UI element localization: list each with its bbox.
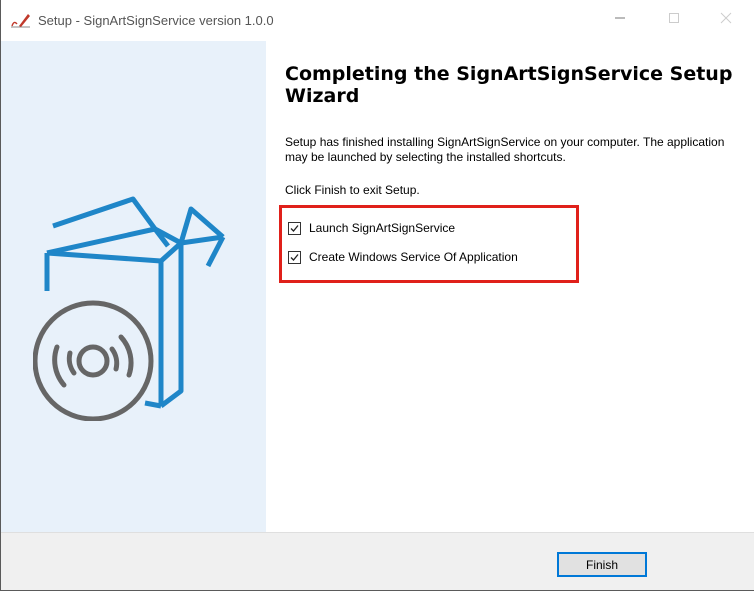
maximize-icon [668, 11, 680, 29]
completion-description: Setup has finished installing SignArtSig… [285, 135, 725, 164]
title-bar[interactable]: Setup - SignArtSignService version 1.0.0 [1, 0, 754, 40]
setup-window: Setup - SignArtSignService version 1.0.0 [0, 0, 754, 591]
launch-app-checkbox-row[interactable]: Launch SignArtSignService [288, 221, 455, 235]
finish-button[interactable]: Finish [557, 552, 647, 577]
options-highlight-box [279, 205, 579, 283]
create-service-checkbox-row[interactable]: Create Windows Service Of Application [288, 250, 518, 264]
maximize-button[interactable] [651, 0, 697, 40]
wizard-banner [1, 41, 266, 532]
create-service-checkbox[interactable] [288, 250, 301, 264]
minimize-button[interactable] [597, 0, 643, 40]
create-service-label: Create Windows Service Of Application [309, 250, 518, 264]
close-icon [720, 11, 732, 29]
launch-app-label: Launch SignArtSignService [309, 221, 456, 235]
page-title: Completing the SignArtSignService Setup … [285, 63, 733, 107]
box-with-disc-icon [32, 191, 243, 426]
minimize-icon [614, 11, 626, 29]
setup-signature-icon [11, 12, 31, 28]
window-title: Setup - SignArtSignService version 1.0.0 [38, 13, 274, 28]
close-button[interactable] [703, 0, 749, 40]
launch-app-checkbox[interactable] [288, 221, 301, 235]
exit-instruction: Click Finish to exit Setup. [285, 183, 420, 197]
